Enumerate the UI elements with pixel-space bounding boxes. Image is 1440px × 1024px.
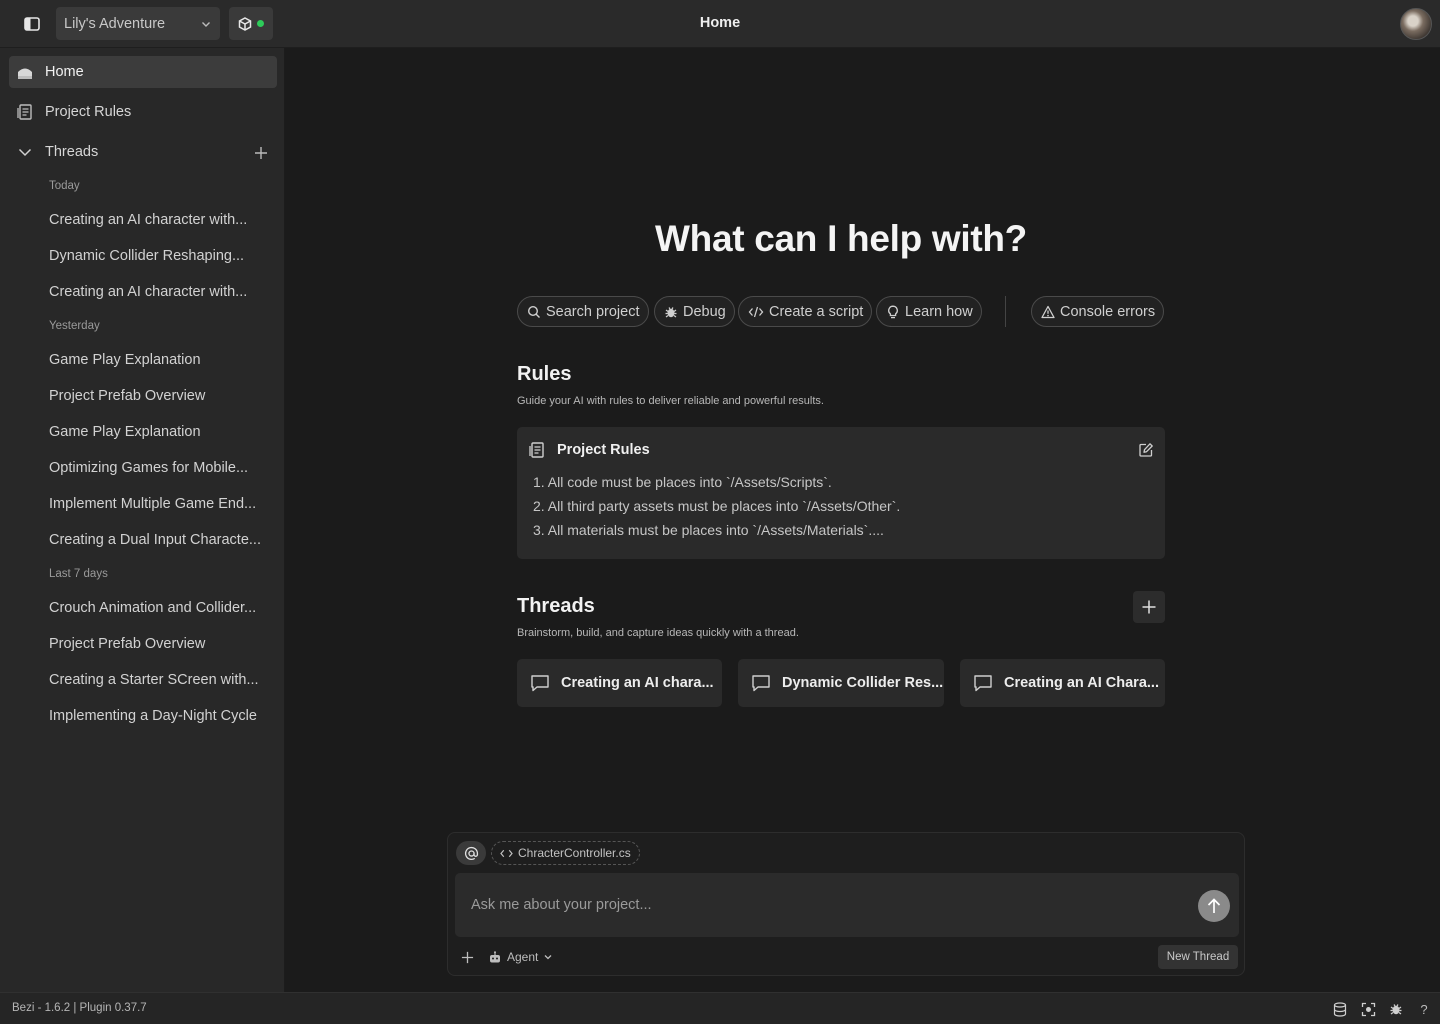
thread-card-title: Dynamic Collider Res... [782,675,944,691]
chip-label: Create a script [769,303,864,320]
sidebar-threads-toggle[interactable]: Threads [9,136,277,168]
toggle-sidebar-icon[interactable] [20,14,44,34]
sidebar-thread-item[interactable]: Dynamic Collider Reshaping... [40,241,277,271]
rule-line: 1. All code must be places into `/Assets… [533,474,832,490]
thread-card[interactable]: Creating an AI Chara... [960,659,1165,707]
bug-icon[interactable] [1388,1001,1404,1017]
debug-chip[interactable]: Debug [654,296,735,327]
screenshot-icon[interactable] [1360,1001,1376,1017]
chip-label: Learn how [905,303,973,320]
threads-subtitle: Brainstorm, build, and capture ideas qui… [517,627,799,639]
sidebar-thread-item[interactable]: Creating a Dual Input Characte... [40,525,277,555]
thread-card[interactable]: Creating an AI chara... [517,659,722,707]
sidebar-thread-item[interactable]: Game Play Explanation [40,345,277,375]
sidebar-thread-item[interactable]: Crouch Animation and Collider... [40,593,277,623]
new-thread-button[interactable]: New Thread [1158,945,1238,969]
sidebar: Home Project Rules Threads Today Creatin… [0,48,285,992]
mention-button[interactable] [456,841,486,865]
rules-card-title: Project Rules [557,442,650,458]
threads-heading: Threads [517,595,595,617]
project-selector[interactable]: Lily's Adventure [56,7,220,40]
thread-group-label: Today [49,180,80,192]
unity-connection-button[interactable] [229,7,273,40]
thread-card-title: Creating an AI Chara... [1004,675,1159,691]
sidebar-thread-item[interactable]: Project Prefab Overview [40,381,277,411]
attach-plus-icon[interactable] [458,948,476,966]
sidebar-thread-item[interactable]: Creating a Starter SCreen with... [40,665,277,695]
context-file-name: ChracterController.cs [518,846,631,860]
sidebar-thread-item[interactable]: Game Play Explanation [40,417,277,447]
robot-icon [488,950,502,964]
chevron-down-icon [200,18,212,30]
unity-cube-icon [238,16,252,31]
avatar[interactable] [1400,8,1432,40]
learn-how-chip[interactable]: Learn how [876,296,982,327]
chat-bubble-icon [973,674,993,692]
project-rules-card[interactable]: Project Rules 1. All code must be places… [517,427,1165,559]
chat-bubble-icon [751,674,771,692]
rules-document-icon [528,441,546,459]
new-thread-plus-button[interactable] [1133,591,1165,623]
bug-icon [664,305,678,319]
sidebar-thread-item[interactable]: Creating an AI character with... [40,205,277,235]
lightbulb-icon [886,305,900,319]
connection-status-dot [257,20,264,27]
send-button[interactable] [1198,890,1230,922]
agent-mode-label: Agent [507,950,539,964]
sidebar-thread-item[interactable]: Creating an AI character with... [40,277,277,307]
code-icon [748,305,764,319]
sidebar-thread-item[interactable]: Project Prefab Overview [40,629,277,659]
chip-divider [1005,296,1006,327]
chat-composer: ChracterController.cs Agent New Thread [447,832,1245,976]
help-icon[interactable]: ? [1416,1001,1432,1017]
sidebar-item-label: Home [45,64,84,80]
create-script-chip[interactable]: Create a script [738,296,873,327]
prompt-input[interactable] [455,873,1185,937]
thread-card[interactable]: Dynamic Collider Res... [738,659,944,707]
sidebar-thread-item[interactable]: Optimizing Games for Mobile... [40,453,277,483]
rules-heading: Rules [517,363,572,385]
rules-document-icon [16,103,34,121]
console-errors-chip[interactable]: Console errors [1031,296,1165,327]
prompt-box [455,873,1239,937]
plus-icon [1141,599,1157,615]
chip-label: Console errors [1060,303,1156,320]
search-icon [527,305,541,319]
sidebar-item-home[interactable]: Home [9,56,277,88]
add-thread-icon[interactable] [251,143,271,163]
version-text: Bezi - 1.6.2 | Plugin 0.37.7 [12,1002,147,1014]
rule-line: 3. All materials must be places into `/A… [533,522,884,538]
sidebar-thread-item[interactable]: Implementing a Day-Night Cycle [40,701,277,731]
warning-icon [1041,305,1055,319]
agent-mode-selector[interactable]: Agent [488,947,553,967]
home-icon [16,63,34,81]
thread-group-label: Yesterday [49,320,100,332]
rule-line: 2. All third party assets must be places… [533,498,901,514]
edit-icon[interactable] [1138,442,1154,458]
chevron-down-icon [543,952,553,962]
context-file-chip[interactable]: ChracterController.cs [491,841,640,865]
sidebar-item-label: Project Rules [45,104,132,120]
database-icon[interactable] [1332,1001,1348,1017]
rules-subtitle: Guide your AI with rules to deliver reli… [517,395,824,407]
arrow-up-icon [1206,897,1222,915]
top-bar: Lily's Adventure Home [0,0,1440,48]
at-sign-icon [464,846,479,861]
sidebar-thread-item[interactable]: Implement Multiple Game End... [40,489,277,519]
chevron-down-icon [16,143,34,161]
chat-bubble-icon [530,674,550,692]
chip-label: Search project [546,303,640,320]
search-project-chip[interactable]: Search project [517,296,649,327]
sidebar-item-label: Threads [45,144,99,160]
status-bar: Bezi - 1.6.2 | Plugin 0.37.7 ? [0,992,1440,1024]
project-name: Lily's Adventure [64,15,166,32]
sidebar-item-project-rules[interactable]: Project Rules [9,96,277,128]
hero-heading: What can I help with? [655,218,1027,259]
chip-label: Debug [683,303,726,320]
thread-card-title: Creating an AI chara... [561,675,714,691]
code-icon [500,848,513,859]
thread-group-label: Last 7 days [49,568,108,580]
